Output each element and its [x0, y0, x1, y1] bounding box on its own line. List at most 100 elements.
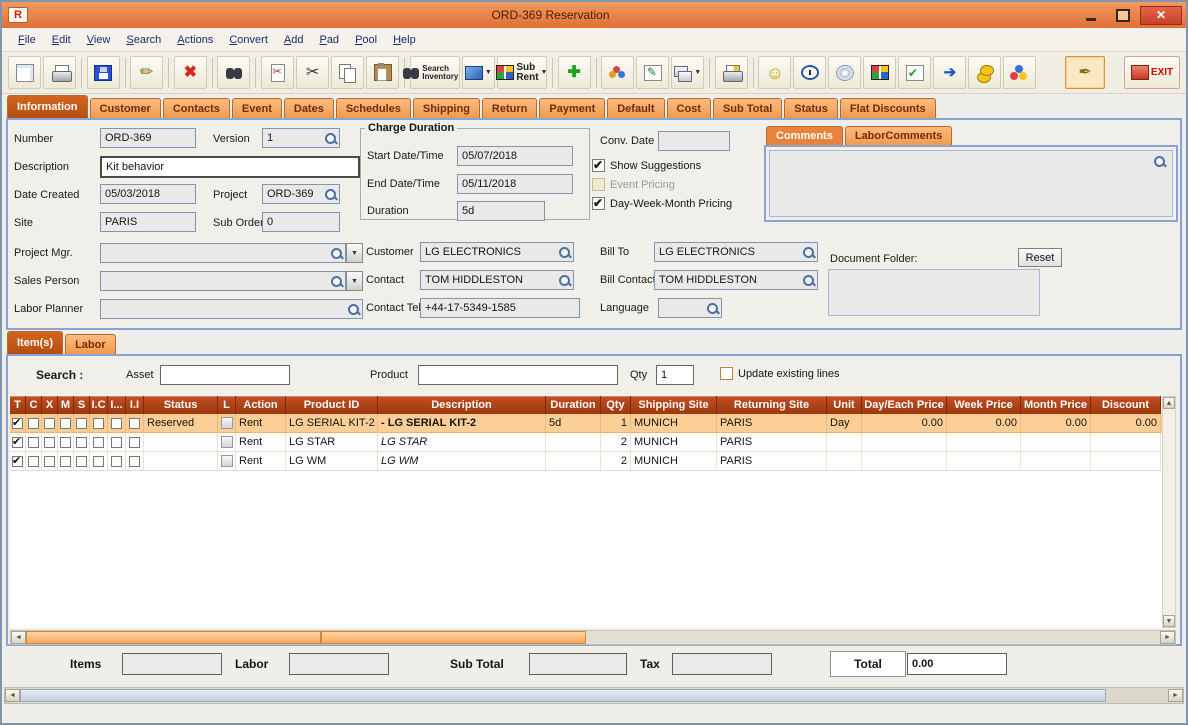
grid-horizontal-scrollbar[interactable]: ◄ ► — [10, 630, 1176, 645]
show-suggestions-checkbox[interactable]: Show Suggestions — [592, 158, 701, 172]
row-checkbox[interactable] — [76, 417, 87, 429]
row-checkbox[interactable] — [12, 416, 23, 429]
conv-date-field[interactable] — [658, 131, 730, 151]
language-field[interactable] — [658, 298, 722, 318]
column-header-monthprice[interactable]: Month Price — [1021, 396, 1091, 414]
column-header-duration[interactable]: Duration — [546, 396, 601, 414]
row-checkbox[interactable] — [60, 436, 71, 448]
lookup-icon[interactable] — [802, 274, 815, 287]
row-checkbox[interactable] — [28, 455, 39, 467]
column-header-weekprice[interactable]: Week Price — [947, 396, 1021, 414]
row-checkbox[interactable] — [111, 455, 122, 467]
row-checkbox[interactable] — [129, 455, 140, 467]
lookup-icon[interactable] — [324, 132, 337, 145]
tab-contacts[interactable]: Contacts — [162, 98, 230, 118]
convert-document-button[interactable] — [261, 56, 295, 89]
bill-contact-field[interactable]: TOM HIDDLESTON — [654, 270, 818, 290]
scroll-right-icon[interactable]: ► — [1168, 689, 1183, 702]
row-checkbox[interactable] — [12, 454, 23, 467]
column-header-m[interactable]: M — [58, 396, 74, 414]
scroll-right-icon[interactable]: ► — [1160, 631, 1175, 644]
row-checkbox[interactable] — [44, 455, 55, 467]
lookup-icon[interactable] — [330, 247, 343, 260]
number-field[interactable]: ORD-369 — [100, 128, 196, 148]
tab-comments[interactable]: Comments — [766, 126, 843, 145]
disc-button[interactable] — [828, 56, 862, 89]
product-search-input[interactable] — [418, 365, 618, 385]
lookup-icon[interactable] — [706, 302, 719, 315]
scrollbar-thumb[interactable] — [20, 689, 1106, 702]
tab-labor[interactable]: Labor — [65, 334, 116, 354]
tab-status[interactable]: Status — [784, 98, 838, 118]
contact-field[interactable]: TOM HIDDLESTON — [420, 270, 574, 290]
print-button[interactable] — [43, 56, 76, 89]
column-header-l[interactable]: L — [218, 396, 236, 414]
column-header-ic[interactable]: I.C — [90, 396, 108, 414]
tab-default[interactable]: Default — [607, 98, 665, 118]
dropdown-arrow-icon[interactable]: ▼ — [694, 69, 701, 76]
table-row[interactable]: RentLG STARLG STAR2MUNICHPARIS — [10, 433, 1162, 452]
paste-button[interactable] — [366, 56, 400, 89]
lookup-icon[interactable] — [558, 246, 571, 259]
row-checkbox[interactable] — [44, 436, 55, 448]
menu-pool[interactable]: Pool — [347, 30, 385, 50]
smiley-button[interactable] — [758, 56, 792, 89]
row-checkbox[interactable] — [111, 417, 122, 429]
customer-field[interactable]: LG ELECTRONICS — [420, 242, 574, 262]
pool-button[interactable] — [1003, 56, 1037, 89]
add-line-button[interactable] — [557, 56, 591, 89]
column-header-dayeachprice[interactable]: Day/Each Price — [862, 396, 947, 414]
column-header-i[interactable]: I... — [108, 396, 126, 414]
tab-event[interactable]: Event — [231, 98, 282, 118]
table-row[interactable]: RentLG WMLG WM2MUNICHPARIS — [10, 452, 1162, 471]
minimize-button[interactable] — [1076, 6, 1105, 25]
line-options-icon[interactable] — [220, 436, 233, 448]
lookup-icon[interactable] — [330, 275, 343, 288]
row-checkbox[interactable] — [129, 417, 140, 429]
row-checkbox[interactable] — [129, 436, 140, 448]
event-pricing-checkbox[interactable]: Event Pricing — [592, 178, 675, 191]
dropdown-arrow-icon[interactable]: ▼ — [485, 69, 492, 76]
menu-help[interactable]: Help — [385, 30, 424, 50]
cube-stack-button[interactable] — [863, 56, 897, 89]
row-checkbox[interactable] — [93, 417, 104, 429]
comments-area[interactable] — [769, 150, 1173, 217]
column-header-action[interactable]: Action — [236, 396, 286, 414]
dropdown-arrow-icon[interactable]: ▼ — [541, 69, 548, 76]
menu-actions[interactable]: Actions — [169, 30, 221, 50]
document-folder-area[interactable] — [828, 269, 1040, 316]
lookup-icon[interactable] — [558, 274, 571, 287]
notes-button[interactable] — [636, 56, 670, 89]
qty-input[interactable]: 1 — [656, 365, 694, 385]
sub-rent-button[interactable]: Sub Rent ▼ — [496, 56, 548, 89]
column-header-ii[interactable]: I.I — [126, 396, 144, 414]
tab-return[interactable]: Return — [481, 98, 538, 118]
checklist-button[interactable] — [898, 56, 932, 89]
menu-convert[interactable]: Convert — [221, 30, 276, 50]
version-field[interactable]: 1 — [262, 128, 340, 148]
table-row[interactable]: Reserved RentLG SERIAL KIT-2- LG SERIAL K… — [10, 414, 1162, 433]
transfer-button[interactable] — [933, 56, 967, 89]
labor-planner-field[interactable] — [100, 299, 363, 319]
print-labels-button[interactable] — [714, 56, 748, 89]
sales-person-field[interactable] — [100, 271, 346, 291]
edit-button[interactable] — [130, 56, 164, 89]
end-date-field[interactable]: 05/11/2018 — [457, 174, 573, 194]
tab-schedules[interactable]: Schedules — [335, 98, 411, 118]
scroll-down-icon[interactable]: ▼ — [1163, 615, 1175, 627]
lookup-icon[interactable] — [347, 303, 360, 316]
column-header-productid[interactable]: Product ID — [286, 396, 378, 414]
update-existing-lines-checkbox[interactable]: Update existing lines — [720, 367, 840, 380]
exit-button[interactable]: EXIT — [1124, 56, 1181, 89]
menu-edit[interactable]: Edit — [44, 30, 79, 50]
scroll-left-icon[interactable]: ◄ — [5, 689, 20, 702]
row-checkbox[interactable] — [111, 436, 122, 448]
lookup-icon[interactable] — [802, 246, 815, 259]
asset-search-input[interactable] — [160, 365, 290, 385]
start-date-field[interactable]: 05/07/2018 — [457, 146, 573, 166]
tab-flat-discounts[interactable]: Flat Discounts — [839, 98, 936, 118]
project-mgr-field[interactable] — [100, 243, 346, 263]
row-checkbox[interactable] — [60, 455, 71, 467]
tab-laborcomments[interactable]: LaborComments — [844, 126, 953, 145]
description-field[interactable]: Kit behavior — [100, 156, 360, 178]
